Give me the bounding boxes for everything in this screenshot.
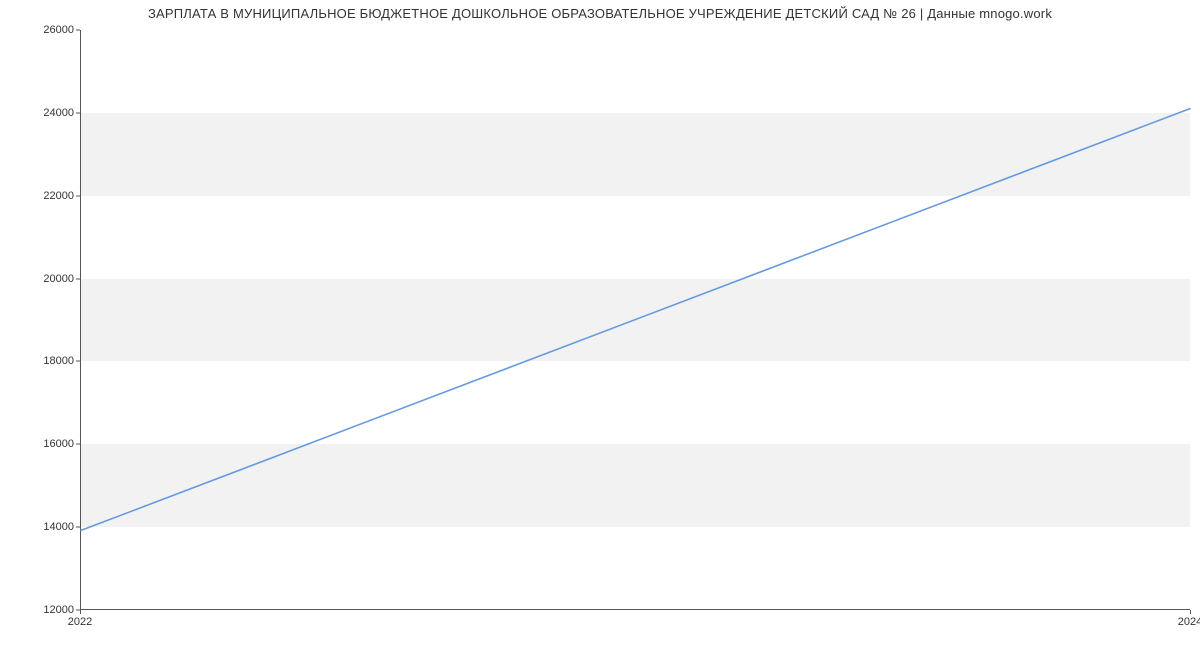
y-tick-label: 16000 [14,438,74,450]
x-tick-label: 2024 [1178,616,1200,628]
y-tick-label: 22000 [14,190,74,202]
x-tick-mark [1190,610,1191,614]
y-tick-label: 18000 [14,355,74,367]
y-tick-label: 12000 [14,604,74,616]
data-line [81,30,1190,609]
plot-area [80,30,1190,610]
y-tick-label: 24000 [14,107,74,119]
x-tick-label: 2022 [68,616,92,628]
x-tick-mark [80,610,81,614]
y-tick-label: 14000 [14,521,74,533]
y-tick-label: 26000 [14,24,74,36]
y-tick-label: 20000 [14,273,74,285]
chart-title: ЗАРПЛАТА В МУНИЦИПАЛЬНОЕ БЮДЖЕТНОЕ ДОШКО… [0,6,1200,21]
chart-container: ЗАРПЛАТА В МУНИЦИПАЛЬНОЕ БЮДЖЕТНОЕ ДОШКО… [0,0,1200,650]
